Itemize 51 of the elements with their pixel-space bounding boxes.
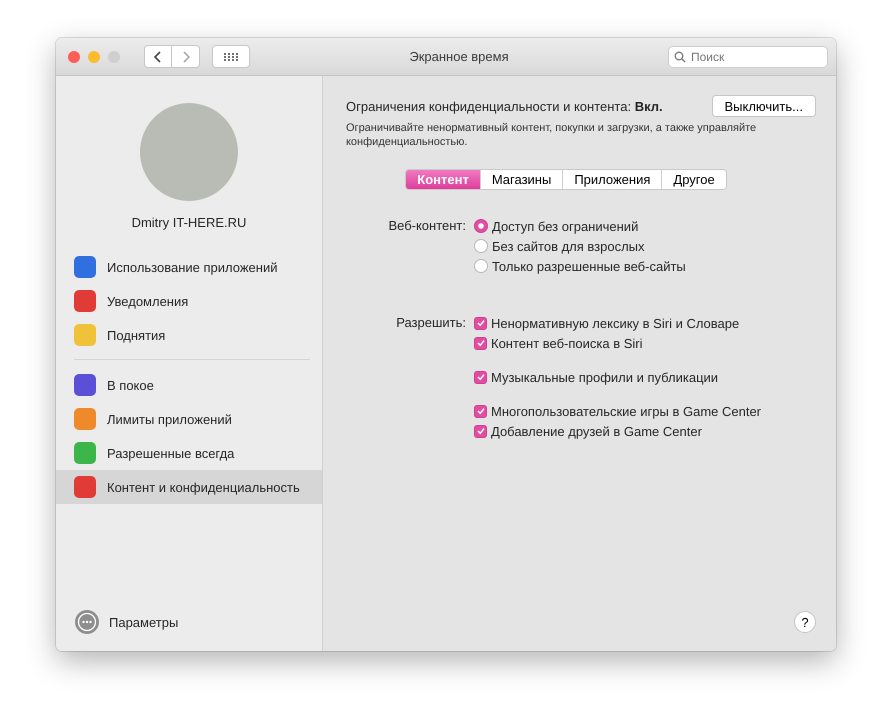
checkmark-icon [476, 372, 486, 382]
window-title: Экранное время [408, 49, 510, 64]
search-field[interactable]: Поиск [668, 46, 828, 68]
radio-option[interactable]: Без сайтов для взрослых [474, 236, 686, 256]
grid-icon [223, 52, 239, 62]
status-text: Ограничения конфиденциальности и контента: Вкл. [346, 98, 663, 114]
more-icon [74, 609, 100, 635]
tab[interactable]: Другое [661, 170, 726, 189]
sidebar-item[interactable]: В покое [56, 368, 322, 402]
checkbox-option[interactable]: Контент веб-поиска в Siri [474, 333, 762, 353]
app-icon [74, 324, 96, 346]
app-icon [74, 476, 96, 498]
close-icon[interactable] [68, 50, 80, 62]
app-icon [74, 256, 96, 278]
checkbox[interactable] [474, 424, 487, 438]
description-text: Ограничивайте ненормативный контент, покупки и загрузки, а также управляйте конфиденциальностью. [346, 121, 758, 149]
radio-button[interactable] [474, 219, 488, 233]
user-name: Dmitry IT-HERE.RU [130, 215, 248, 230]
tab[interactable]: Магазины [480, 170, 562, 189]
radio-button[interactable] [474, 239, 488, 253]
app-icon [74, 290, 96, 312]
app-icon [74, 408, 96, 430]
checkbox[interactable] [474, 336, 487, 350]
sidebar-item[interactable]: Контент и конфиденциальность [56, 470, 322, 504]
checkbox[interactable] [474, 404, 487, 418]
help-button[interactable]: ? [794, 611, 816, 633]
checkbox[interactable] [474, 316, 487, 330]
sidebar-item[interactable]: Лимиты приложений [56, 402, 322, 436]
back-button[interactable] [144, 45, 172, 68]
web-content-label: Веб-контент: [387, 217, 466, 235]
sidebar-item[interactable]: Поднятия [56, 318, 322, 352]
chevron-right-icon [180, 50, 190, 64]
radio-option[interactable]: Только разрешенные веб-сайты [474, 256, 686, 276]
checkbox[interactable] [474, 370, 487, 384]
checkbox-option[interactable]: Ненормативную лексику в Siri и Словаре [474, 313, 762, 333]
checkbox-option[interactable]: Многопользовательские игры в Game Center [474, 401, 762, 421]
app-icon [74, 374, 96, 396]
sidebar-item[interactable]: Использование приложений [56, 250, 322, 284]
tab[interactable]: Приложения [562, 170, 662, 189]
checkbox-option[interactable]: Добавление друзей в Game Center [474, 421, 762, 441]
turn-off-button[interactable]: Выключить... [712, 95, 816, 117]
radio-option[interactable]: Доступ без ограничений [474, 216, 686, 236]
show-all-button[interactable] [212, 45, 250, 68]
sidebar-item[interactable]: Разрешенные всегда [56, 436, 322, 470]
options-item[interactable]: Параметры [56, 605, 322, 639]
checkbox-option[interactable]: Музыкальные профили и публикации [474, 367, 762, 387]
chevron-left-icon [153, 50, 163, 64]
radio-button[interactable] [474, 259, 488, 273]
sidebar-item[interactable]: Уведомления [56, 284, 322, 318]
app-icon [74, 442, 96, 464]
allow-label: Разрешить: [395, 314, 466, 332]
